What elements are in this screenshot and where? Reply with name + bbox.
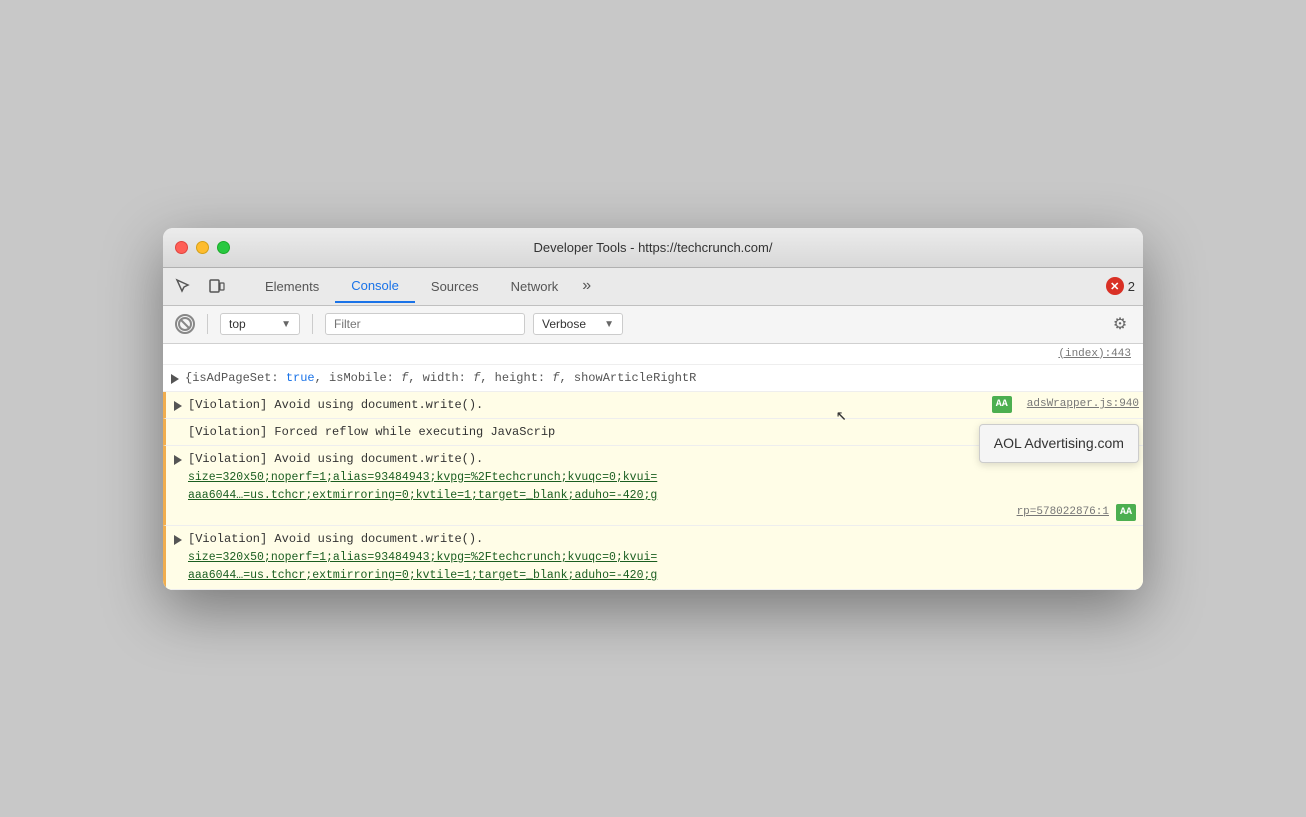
- error-icon: ✕: [1106, 277, 1124, 295]
- verbose-arrow-icon: ▼: [604, 319, 614, 330]
- url-link-5-2[interactable]: aaa6044…=us.tchcr;extmirroring=0;kvtile=…: [188, 569, 657, 582]
- log-content-1: {isAdPageSet: true, isMobile: f, width: …: [183, 369, 1139, 387]
- tab-network[interactable]: Network: [495, 271, 575, 302]
- filter-input[interactable]: [325, 313, 525, 335]
- maximize-button[interactable]: [217, 241, 230, 254]
- traffic-lights: [175, 241, 230, 254]
- aa-badge-4[interactable]: AA: [1116, 504, 1136, 521]
- expand-triangle-1[interactable]: [167, 371, 183, 387]
- tab-sources[interactable]: Sources: [415, 271, 495, 302]
- log-source-2[interactable]: adsWrapper.js:940: [1027, 396, 1139, 413]
- titlebar: Developer Tools - https://techcrunch.com…: [163, 228, 1143, 268]
- url-block-5: size=320x50;noperf=1;alias=93484943;kvpg…: [188, 548, 1139, 585]
- inspect-icon[interactable]: [171, 274, 195, 298]
- toolbar-divider2: [312, 314, 313, 334]
- violation-line-2: [Violation] Avoid using document.write()…: [188, 396, 981, 414]
- log-right-2: AA AOL Advertising.com adsWrapper.js:940: [989, 396, 1139, 414]
- log-source-4[interactable]: rp=578022876:1: [1017, 504, 1109, 521]
- console-toolbar: top ▼ Verbose ▼ ⚙: [163, 306, 1143, 344]
- toolbar-divider: [207, 314, 208, 334]
- url-block-4: size=320x50;noperf=1;alias=93484943;kvpg…: [188, 468, 1139, 505]
- devtools-window: Developer Tools - https://techcrunch.com…: [163, 228, 1143, 590]
- tab-elements[interactable]: Elements: [249, 271, 335, 302]
- expand-triangle-4[interactable]: [170, 452, 186, 468]
- aa-badge-container-2: AA AOL Advertising.com: [989, 396, 1015, 414]
- entry-row-2: [Violation] Avoid using document.write()…: [188, 396, 1139, 414]
- window-title: Developer Tools - https://techcrunch.com…: [534, 240, 773, 255]
- tooltip-2: AOL Advertising.com: [979, 424, 1139, 463]
- index-line: (index):443: [163, 344, 1143, 365]
- clear-console-button[interactable]: [175, 314, 195, 334]
- object-text: {isAdPageSet: true, isMobile: f, width: …: [185, 371, 696, 385]
- context-selector[interactable]: top ▼: [220, 313, 300, 335]
- log-entry-object: {isAdPageSet: true, isMobile: f, width: …: [163, 365, 1143, 392]
- violation-main-5: [Violation] Avoid using document.write()…: [188, 530, 1139, 548]
- tabbar-right: ✕ 2: [1106, 277, 1135, 295]
- settings-button[interactable]: ⚙: [1109, 313, 1131, 335]
- log-level-selector[interactable]: Verbose ▼: [533, 313, 623, 335]
- log-entry-violation-1: [Violation] Avoid using document.write()…: [163, 392, 1143, 419]
- violation-text-4: [Violation] Avoid using document.write()…: [188, 452, 483, 466]
- context-arrow-icon: ▼: [281, 319, 291, 330]
- more-tabs-button[interactable]: »: [574, 273, 599, 299]
- violation-text-5: [Violation] Avoid using document.write()…: [188, 532, 483, 546]
- minimize-button[interactable]: [196, 241, 209, 254]
- log-content-5: [Violation] Avoid using document.write()…: [186, 530, 1139, 585]
- log-entry-violation-3: [Violation] Avoid using document.write()…: [163, 526, 1143, 590]
- tabbar-tools: [171, 274, 229, 298]
- tabs: Elements Console Sources Network »: [249, 270, 1106, 303]
- url-link-5-1[interactable]: size=320x50;noperf=1;alias=93484943;kvpg…: [188, 551, 657, 564]
- aa-badge-2[interactable]: AA: [992, 396, 1012, 413]
- device-icon[interactable]: [205, 274, 229, 298]
- violation-text-2: [Violation] Avoid using document.write()…: [188, 398, 483, 412]
- tab-console[interactable]: Console: [335, 270, 415, 303]
- expand-triangle-2[interactable]: [170, 398, 186, 414]
- expand-triangle-5[interactable]: [170, 532, 186, 548]
- error-count: 2: [1128, 279, 1135, 294]
- reflow-text: [Violation] Forced reflow while executin…: [188, 425, 555, 439]
- url-link-4-1[interactable]: size=320x50;noperf=1;alias=93484943;kvpg…: [188, 471, 657, 484]
- entry4-footer: rp=578022876:1 AA: [188, 504, 1139, 521]
- index-link[interactable]: (index):443: [1058, 348, 1131, 360]
- url-link-4-2[interactable]: aaa6044…=us.tchcr;extmirroring=0;kvtile=…: [188, 489, 657, 502]
- close-button[interactable]: [175, 241, 188, 254]
- tabbar: Elements Console Sources Network » ✕ 2: [163, 268, 1143, 306]
- console-output: (index):443 {isAdPageSet: true, isMobile…: [163, 344, 1143, 590]
- error-badge[interactable]: ✕ 2: [1106, 277, 1135, 295]
- log-content-2: [Violation] Avoid using document.write()…: [186, 396, 1139, 414]
